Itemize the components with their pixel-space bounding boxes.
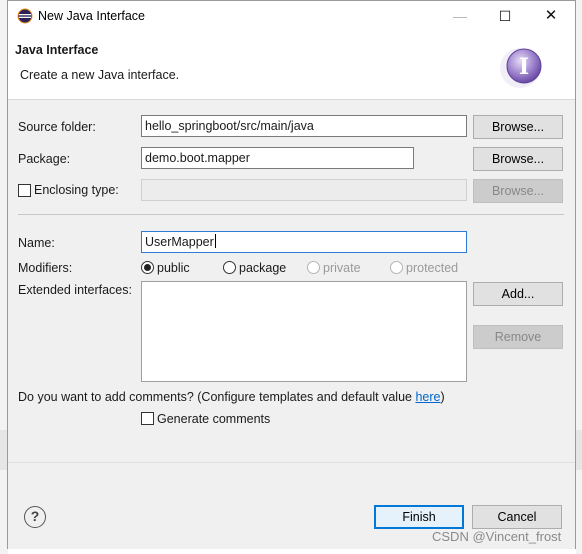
comments-question: Do you want to add comments? (Configure …: [18, 390, 445, 404]
close-button[interactable]: ✕: [539, 5, 563, 27]
enclosing-type-browse-button[interactable]: Browse...: [473, 179, 563, 203]
source-folder-browse-button[interactable]: Browse...: [473, 115, 563, 139]
footer-separator: [8, 462, 575, 463]
enclosing-type-input[interactable]: [141, 179, 467, 201]
modifier-public-radio[interactable]: [141, 261, 154, 274]
separator: [18, 214, 564, 215]
modifier-protected-radio[interactable]: [390, 261, 403, 274]
name-input[interactable]: UserMapper: [141, 231, 467, 253]
generate-comments-label: Generate comments: [157, 412, 271, 426]
modifier-package-label: package: [239, 261, 287, 275]
enclosing-type-label: Enclosing type:: [34, 183, 119, 197]
name-value: UserMapper: [145, 235, 214, 249]
configure-templates-link[interactable]: here: [415, 390, 440, 404]
comments-question-close: ): [440, 390, 445, 404]
extended-interfaces-label: Extended interfaces:: [18, 283, 132, 297]
modifier-private-label: private: [323, 261, 361, 275]
add-interface-button[interactable]: Add...: [473, 282, 563, 306]
package-label: Package:: [18, 152, 71, 166]
window-title: New Java Interface: [38, 9, 145, 23]
background-editor-right: [576, 0, 582, 554]
generate-comments-checkbox[interactable]: [141, 412, 154, 425]
remove-interface-button[interactable]: Remove: [473, 325, 563, 349]
modifier-private-radio[interactable]: [307, 261, 320, 274]
modifier-public-label: public: [157, 261, 190, 275]
finish-button[interactable]: Finish: [374, 505, 464, 529]
wizard-title: Java Interface: [15, 43, 99, 57]
modifier-protected-label: protected: [406, 261, 459, 275]
new-java-interface-dialog: New Java Interface — ☐ ✕ Java Interface …: [7, 0, 576, 549]
extended-interfaces-list[interactable]: [141, 281, 467, 382]
background-panel-strip-right: [576, 430, 582, 470]
source-folder-label: Source folder:: [18, 120, 96, 134]
wizard-header: Java Interface Create a new Java interfa…: [8, 32, 575, 100]
title-bar: New Java Interface — ☐ ✕: [8, 1, 575, 32]
package-input[interactable]: demo.boot.mapper: [141, 147, 414, 169]
modifier-package-radio[interactable]: [223, 261, 236, 274]
minimize-button[interactable]: —: [448, 5, 472, 27]
text-caret: [214, 234, 216, 248]
interface-wizard-icon: I: [500, 48, 542, 88]
cancel-button[interactable]: Cancel: [472, 505, 562, 529]
modifiers-label: Modifiers:: [18, 261, 73, 275]
help-icon[interactable]: ?: [24, 506, 46, 528]
eclipse-icon: [17, 8, 33, 24]
enclosing-type-checkbox[interactable]: [18, 184, 31, 197]
maximize-button[interactable]: ☐: [493, 5, 517, 27]
name-label: Name:: [18, 236, 55, 250]
wizard-description: Create a new Java interface.: [20, 68, 180, 82]
watermark: CSDN @Vincent_frost: [432, 529, 562, 544]
package-browse-button[interactable]: Browse...: [473, 147, 563, 171]
svg-text:I: I: [519, 54, 529, 80]
comments-question-text: Do you want to add comments? (Configure …: [18, 390, 416, 404]
source-folder-input[interactable]: hello_springboot/src/main/java: [141, 115, 467, 137]
